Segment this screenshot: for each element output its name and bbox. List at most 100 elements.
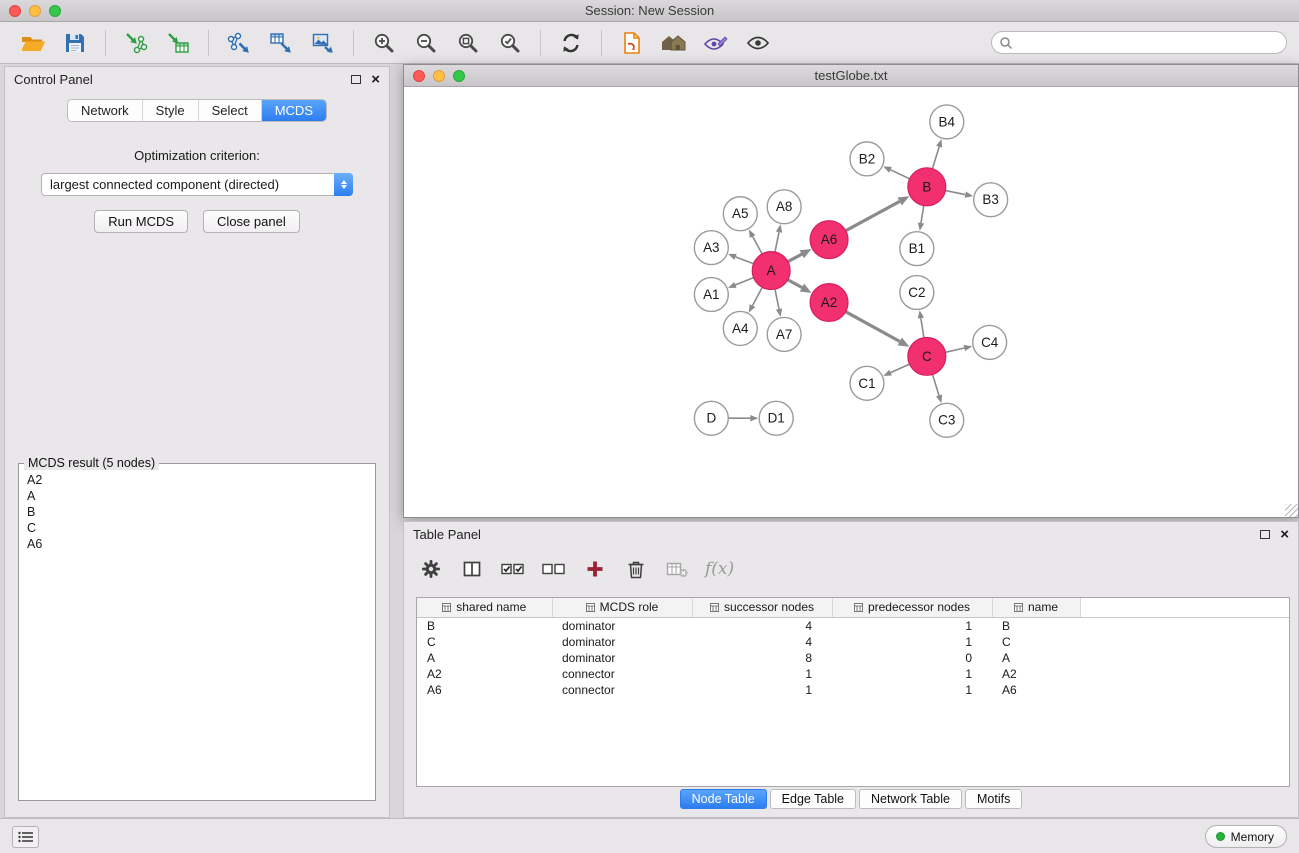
- mcds-result-item[interactable]: A2: [19, 472, 375, 488]
- edge-A6-B[interactable]: [846, 201, 900, 230]
- cell-predecessor-nodes[interactable]: 1: [832, 666, 992, 682]
- zoom-out-button[interactable]: [405, 26, 447, 60]
- edge-B-B2[interactable]: [891, 170, 910, 179]
- mcds-result-item[interactable]: B: [19, 504, 375, 520]
- close-window-button[interactable]: [9, 5, 21, 17]
- edge-C-C2[interactable]: [921, 318, 924, 337]
- apply-layout-button[interactable]: [550, 26, 592, 60]
- tab-select[interactable]: Select: [199, 100, 262, 121]
- search-input[interactable]: [991, 31, 1287, 54]
- memory-button[interactable]: Memory: [1205, 825, 1287, 848]
- cell-name[interactable]: C: [992, 634, 1080, 650]
- cell-MCDS-role[interactable]: connector: [552, 666, 692, 682]
- tab-edge-table[interactable]: Edge Table: [770, 789, 856, 809]
- export-table-button[interactable]: [260, 26, 302, 60]
- export-image-button[interactable]: [302, 26, 344, 60]
- home-button[interactable]: [653, 26, 695, 60]
- edge-A-A1[interactable]: [735, 278, 753, 285]
- edge-A-A5[interactable]: [753, 236, 762, 253]
- zoom-network-window-button[interactable]: [453, 70, 465, 82]
- cell-shared-name[interactable]: A2: [417, 666, 552, 682]
- cell-shared-name[interactable]: A: [417, 650, 552, 666]
- add-column-button[interactable]: [582, 557, 608, 581]
- table-settings-button[interactable]: [418, 557, 444, 581]
- deselect-all-button[interactable]: [541, 557, 567, 581]
- zoom-window-button[interactable]: [49, 5, 61, 17]
- edge-B-B1[interactable]: [921, 206, 924, 223]
- cell-predecessor-nodes[interactable]: 1: [832, 634, 992, 650]
- tab-network-table[interactable]: Network Table: [859, 789, 962, 809]
- table-row[interactable]: Bdominator41B: [417, 617, 1289, 634]
- cell-predecessor-nodes[interactable]: 0: [832, 650, 992, 666]
- minimize-window-button[interactable]: [29, 5, 41, 17]
- float-table-panel-icon[interactable]: [1260, 530, 1270, 539]
- column-header-successor-nodes[interactable]: successor nodes: [692, 598, 832, 617]
- minimize-network-window-button[interactable]: [433, 70, 445, 82]
- import-network-button[interactable]: [115, 26, 157, 60]
- column-header-predecessor-nodes[interactable]: predecessor nodes: [832, 598, 992, 617]
- delete-table-button[interactable]: [664, 557, 690, 581]
- cell-MCDS-role[interactable]: connector: [552, 682, 692, 698]
- optimization-criterion-dropdown[interactable]: largest connected component (directed): [41, 173, 353, 196]
- edge-A-A3[interactable]: [736, 257, 754, 264]
- open-session-button[interactable]: [12, 26, 54, 60]
- edge-A-A7[interactable]: [775, 289, 779, 309]
- cell-successor-nodes[interactable]: 8: [692, 650, 832, 666]
- cell-successor-nodes[interactable]: 4: [692, 617, 832, 634]
- close-table-panel-icon[interactable]: ×: [1280, 527, 1289, 542]
- show-hide-button[interactable]: [737, 26, 779, 60]
- table-row[interactable]: Cdominator41C: [417, 634, 1289, 650]
- table-row[interactable]: Adominator80A: [417, 650, 1289, 666]
- edge-C-C1[interactable]: [891, 364, 910, 372]
- cell-successor-nodes[interactable]: 1: [692, 682, 832, 698]
- cell-MCDS-role[interactable]: dominator: [552, 634, 692, 650]
- cell-MCDS-role[interactable]: dominator: [552, 617, 692, 634]
- edge-C-C3[interactable]: [933, 374, 939, 395]
- delete-column-button[interactable]: [623, 557, 649, 581]
- import-table-button[interactable]: [157, 26, 199, 60]
- float-panel-icon[interactable]: [351, 75, 361, 84]
- column-header-shared-name[interactable]: shared name: [417, 598, 552, 617]
- tab-style[interactable]: Style: [143, 100, 199, 121]
- task-history-button[interactable]: [12, 826, 39, 848]
- cell-MCDS-role[interactable]: dominator: [552, 650, 692, 666]
- edge-B-B4[interactable]: [932, 147, 939, 169]
- cell-name[interactable]: B: [992, 617, 1080, 634]
- cell-name[interactable]: A: [992, 650, 1080, 666]
- cell-shared-name[interactable]: C: [417, 634, 552, 650]
- close-panel-button[interactable]: Close panel: [203, 210, 300, 233]
- cell-predecessor-nodes[interactable]: 1: [832, 682, 992, 698]
- zoom-selected-button[interactable]: [489, 26, 531, 60]
- function-builder-button[interactable]: f(x): [705, 557, 734, 581]
- table-row[interactable]: A6connector11A6: [417, 682, 1289, 698]
- run-mcds-button[interactable]: Run MCDS: [94, 210, 188, 233]
- edge-A2-C[interactable]: [846, 312, 900, 342]
- cell-name[interactable]: A6: [992, 682, 1080, 698]
- resize-grip[interactable]: [1285, 504, 1298, 517]
- mcds-result-item[interactable]: A: [19, 488, 375, 504]
- cell-predecessor-nodes[interactable]: 1: [832, 617, 992, 634]
- open-document-button[interactable]: [611, 26, 653, 60]
- tab-mcds[interactable]: MCDS: [262, 100, 326, 121]
- show-columns-button[interactable]: [459, 557, 485, 581]
- zoom-fit-button[interactable]: [447, 26, 489, 60]
- table-row[interactable]: A2connector11A2: [417, 666, 1289, 682]
- cell-name[interactable]: A2: [992, 666, 1080, 682]
- graphics-details-button[interactable]: [695, 26, 737, 60]
- edge-A-A6[interactable]: [788, 254, 802, 261]
- mcds-result-item[interactable]: A6: [19, 536, 375, 552]
- tab-network[interactable]: Network: [68, 100, 143, 121]
- cell-successor-nodes[interactable]: 1: [692, 666, 832, 682]
- tab-node-table[interactable]: Node Table: [680, 789, 767, 809]
- mcds-result-item[interactable]: C: [19, 520, 375, 536]
- zoom-in-button[interactable]: [363, 26, 405, 60]
- cell-shared-name[interactable]: B: [417, 617, 552, 634]
- column-header-name[interactable]: name: [992, 598, 1080, 617]
- cell-successor-nodes[interactable]: 4: [692, 634, 832, 650]
- cell-shared-name[interactable]: A6: [417, 682, 552, 698]
- column-header-MCDS-role[interactable]: MCDS role: [552, 598, 692, 617]
- close-network-window-button[interactable]: [413, 70, 425, 82]
- export-network-button[interactable]: [218, 26, 260, 60]
- edge-B-B3[interactable]: [945, 191, 965, 195]
- edge-A-A4[interactable]: [753, 287, 763, 305]
